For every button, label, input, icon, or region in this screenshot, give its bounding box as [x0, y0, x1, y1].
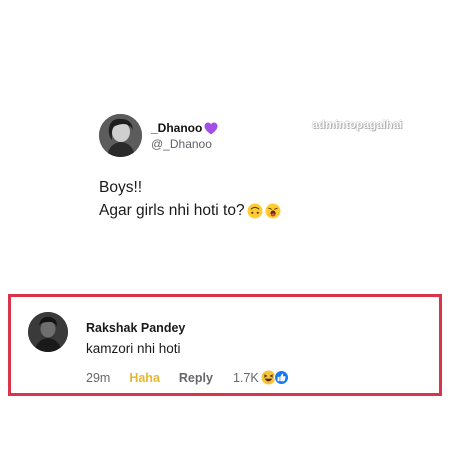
tweet-author-handle[interactable]: @_Dhanoo: [151, 137, 212, 151]
reply-button[interactable]: Reply: [179, 371, 213, 385]
watermark: admintopagalhai: [312, 119, 403, 131]
like-icon: [273, 370, 289, 385]
yawning-face-emoji: [265, 203, 281, 219]
screenshot-canvas: _Dhanoo @_Dhanoo admintopagalhai Boys!! …: [0, 0, 450, 450]
tweet-text-line-2: Agar girls nhi hoti to?: [99, 202, 281, 220]
highlighted-comment: Rakshak Pandey kamzori nhi hoti 29m Haha…: [8, 294, 442, 396]
reaction-icons[interactable]: [261, 370, 289, 385]
comment-avatar[interactable]: [28, 312, 68, 352]
tweet-author-name-text: _Dhanoo: [151, 121, 203, 135]
upside-down-face-emoji: [247, 203, 263, 219]
tweet-text-line-2-text: Agar girls nhi hoti to?: [99, 202, 245, 219]
reaction-count[interactable]: 1.7K: [233, 371, 259, 385]
comment-timestamp[interactable]: 29m: [86, 371, 110, 385]
tweet-author-name[interactable]: _Dhanoo: [151, 121, 218, 135]
tweet-avatar[interactable]: [99, 114, 142, 157]
comment-text: kamzori nhi hoti: [86, 341, 181, 356]
tweet-text-line-1: Boys!!: [99, 179, 143, 196]
comment-meta-row: 29m Haha Reply 1.7K: [86, 370, 289, 385]
haha-reaction-button[interactable]: Haha: [129, 371, 160, 385]
comment-author-name[interactable]: Rakshak Pandey: [86, 321, 185, 335]
purple-heart-icon: [204, 122, 218, 135]
